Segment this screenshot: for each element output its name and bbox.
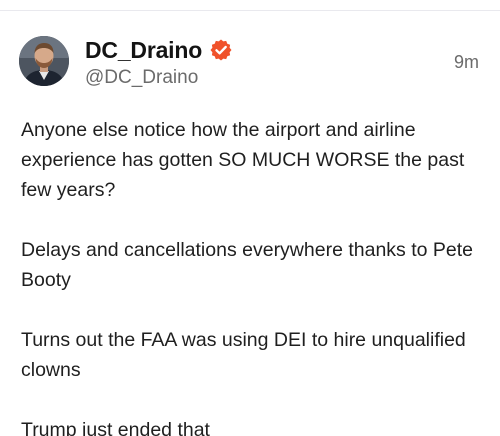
author-handle[interactable]: @DC_Draino <box>85 66 198 90</box>
profile-photo-icon <box>19 36 69 86</box>
post-body: Anyone else notice how the airport and a… <box>21 115 481 436</box>
post-paragraph: Turns out the FAA was using DEI to hire … <box>21 329 472 381</box>
avatar[interactable] <box>19 36 69 86</box>
post-paragraph: Trump just ended that <box>21 419 210 436</box>
author-name-row[interactable]: DC_Draino <box>85 35 233 65</box>
post-card[interactable]: DC_Draino @DC_Draino 9m Anyone else noti… <box>0 11 500 436</box>
verified-badge-icon <box>209 38 233 62</box>
display-name[interactable]: DC_Draino <box>85 35 202 65</box>
post-paragraph: Anyone else notice how the airport and a… <box>21 119 470 201</box>
post-timestamp[interactable]: 9m <box>454 51 479 73</box>
post-paragraph: Delays and cancellations everywhere than… <box>21 239 479 291</box>
top-divider <box>0 0 500 11</box>
